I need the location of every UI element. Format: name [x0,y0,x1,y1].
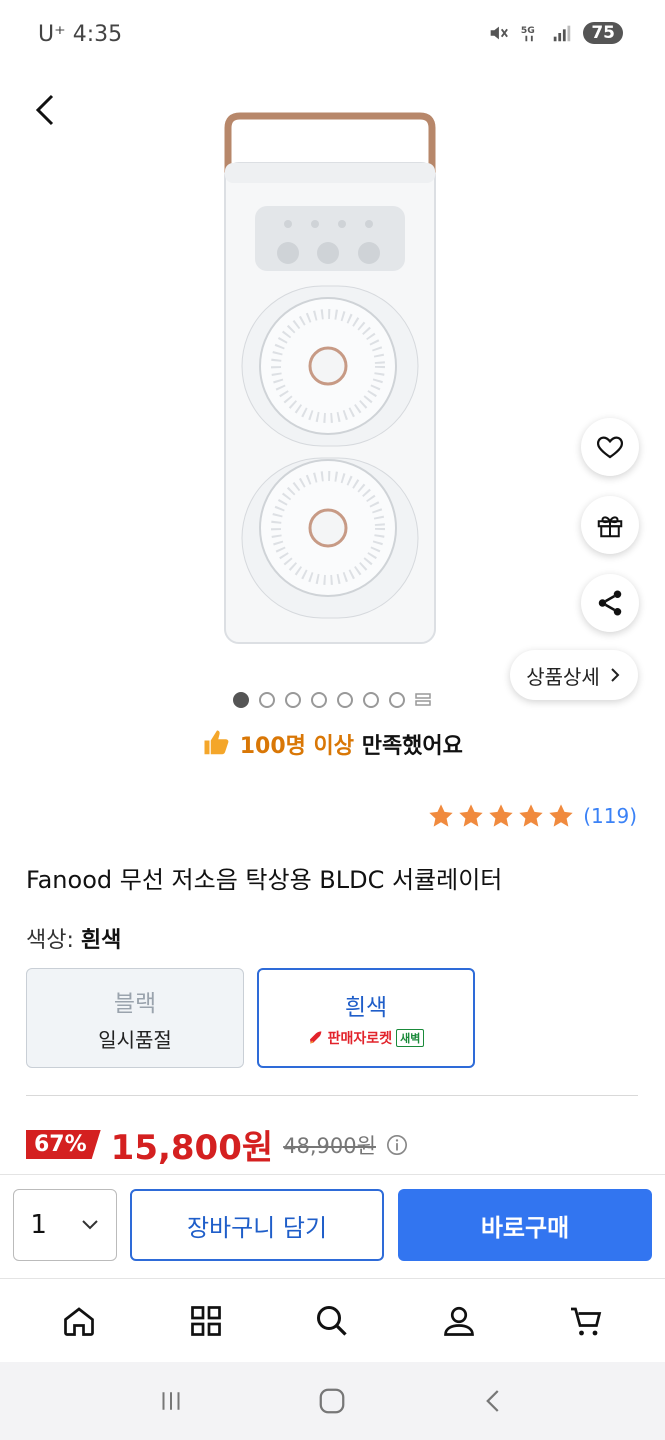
rating[interactable]: (119) [427,802,637,830]
home-icon[interactable] [61,1303,97,1339]
option-soldout-label: 일시품절 [98,1027,172,1052]
seller-rocket-row: 판매자로켓 새벽 [308,1028,425,1048]
gift-button[interactable] [581,496,639,554]
rocket-icon [309,1031,322,1044]
rating-count[interactable]: (119) [583,804,637,828]
star-icon [549,804,573,827]
status-icons: 5G 75 [487,22,623,44]
category-icon[interactable] [188,1303,224,1339]
divider [26,1095,638,1096]
chevron-left-icon [35,94,54,126]
info-icon[interactable] [386,1134,408,1156]
chevron-down-icon [81,1220,98,1230]
add-to-cart-button[interactable]: 장바구니 담기 [130,1189,384,1261]
home-nav-icon[interactable] [317,1386,347,1416]
star-icon [459,804,483,827]
buy-now-button[interactable]: 바로구매 [398,1189,652,1261]
delivery-label: 판매자로켓 [327,1031,393,1047]
wishlist-button[interactable] [581,418,639,476]
sale-price: 15,800원 [110,1128,274,1168]
purchase-bar: 1 장바구니 담기 바로구매 [0,1174,665,1278]
dawn-delivery-badge: 새벽 [396,1029,425,1047]
product-detail-button[interactable]: 상품상세 [510,650,638,700]
chevron-right-icon [611,668,620,682]
share-icon [598,590,622,616]
user-icon[interactable] [441,1303,477,1339]
option-name: 블랙 [113,990,157,1017]
star-icon [489,804,513,827]
status-bar: U⁺ 4:35 5G 75 [0,0,665,72]
pager-dot[interactable] [259,692,275,708]
system-navigation-bar [0,1362,665,1440]
recent-apps-icon[interactable] [156,1386,186,1416]
color-option-white[interactable]: 흰색 판매자로켓 새벽 [257,968,475,1068]
heart-icon [597,436,623,459]
battery-indicator: 75 [583,22,623,44]
product-image[interactable] [200,108,460,648]
color-option-label: 색상: 흰색 [26,922,121,954]
satisfaction-banner: 100명 이상 만족했어요 [0,728,665,760]
gift-icon [597,516,623,538]
carrier-time: U⁺ 4:35 [38,22,123,47]
svg-text:5G: 5G [521,25,535,36]
price-row: 67% 15,800원 48,900원 [26,1120,408,1169]
bottom-tab-bar [0,1278,665,1362]
quantity-select[interactable]: 1 [13,1189,117,1261]
buy-now-label: 바로구매 [480,1213,570,1242]
option-name: 흰색 [344,995,388,1021]
add-to-cart-label: 장바구니 담기 [186,1213,328,1242]
original-price: 48,900원 [283,1133,376,1158]
star-icon [429,804,453,827]
product-title: Fanood 무선 저소음 탁상용 BLDC 서큘레이터 [26,866,503,894]
thumbs-up-icon [204,730,229,755]
pager-dot[interactable] [285,692,301,708]
pager-dot[interactable] [233,692,249,708]
network-5g-icon: 5G [521,25,535,42]
more-images-icon[interactable] [415,692,431,708]
pager-dot[interactable] [311,692,327,708]
quantity-value: 1 [30,1210,47,1240]
pager-dot[interactable] [389,692,405,708]
pager-dot[interactable] [363,692,379,708]
image-pager [233,692,431,708]
color-selected-value: 흰색 [80,928,122,953]
cart-icon[interactable] [568,1303,604,1339]
pager-dot[interactable] [337,692,353,708]
signal-icon [554,25,571,42]
share-button[interactable] [581,574,639,632]
discount-badge: 67% [26,1130,101,1159]
color-label-text: 색상: [26,928,74,953]
star-icon [519,804,543,827]
satisfaction-count: 100명 이상 [239,734,355,759]
search-icon[interactable] [314,1303,350,1339]
back-button[interactable] [28,90,68,130]
product-detail-label: 상품상세 [526,664,600,689]
back-nav-icon[interactable] [479,1386,509,1416]
satisfaction-text: 만족했어요 [354,734,463,759]
color-option-black[interactable]: 블랙 일시품절 [26,968,244,1068]
mute-icon [490,26,509,40]
